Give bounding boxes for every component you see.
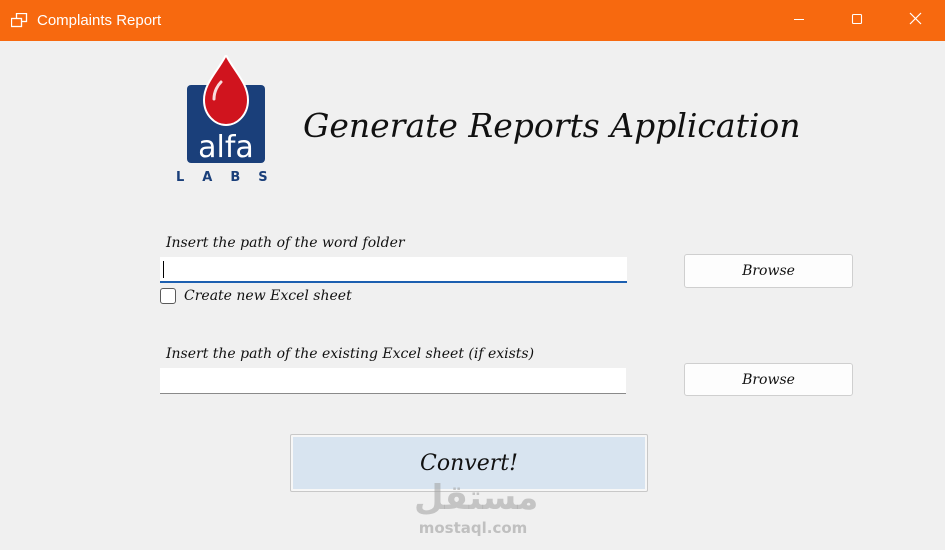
excel-sheet-path-input[interactable] bbox=[160, 368, 626, 394]
browse-word-folder-button[interactable]: Browse bbox=[684, 254, 853, 288]
logo-subtitle: LABS bbox=[176, 170, 286, 185]
logo-word: alfa bbox=[198, 130, 254, 165]
word-folder-path-input[interactable] bbox=[160, 257, 627, 283]
create-excel-label[interactable]: Create new Excel sheet bbox=[184, 288, 352, 304]
watermark-latin: mostaql.com bbox=[418, 519, 528, 537]
app-window-icon bbox=[10, 12, 28, 28]
minimize-icon bbox=[793, 12, 805, 30]
title-bar[interactable]: Complaints Report bbox=[0, 0, 945, 41]
text-caret bbox=[163, 261, 164, 278]
maximize-icon bbox=[851, 12, 863, 30]
app-window: Complaints Report alfa LABS Generate Rep… bbox=[0, 0, 945, 550]
minimize-button[interactable] bbox=[770, 0, 828, 41]
maximize-button[interactable] bbox=[828, 0, 886, 41]
close-icon bbox=[909, 12, 922, 30]
excel-sheet-label: Insert the path of the existing Excel sh… bbox=[166, 346, 535, 362]
browse-excel-sheet-button[interactable]: Browse bbox=[684, 363, 853, 396]
page-title: Generate Reports Application bbox=[303, 106, 801, 145]
window-title: Complaints Report bbox=[37, 12, 162, 29]
close-button[interactable] bbox=[886, 0, 944, 41]
word-folder-label: Insert the path of the word folder bbox=[166, 235, 405, 251]
create-excel-checkbox[interactable] bbox=[160, 288, 176, 304]
watermark-arabic: مستقل bbox=[414, 478, 539, 518]
